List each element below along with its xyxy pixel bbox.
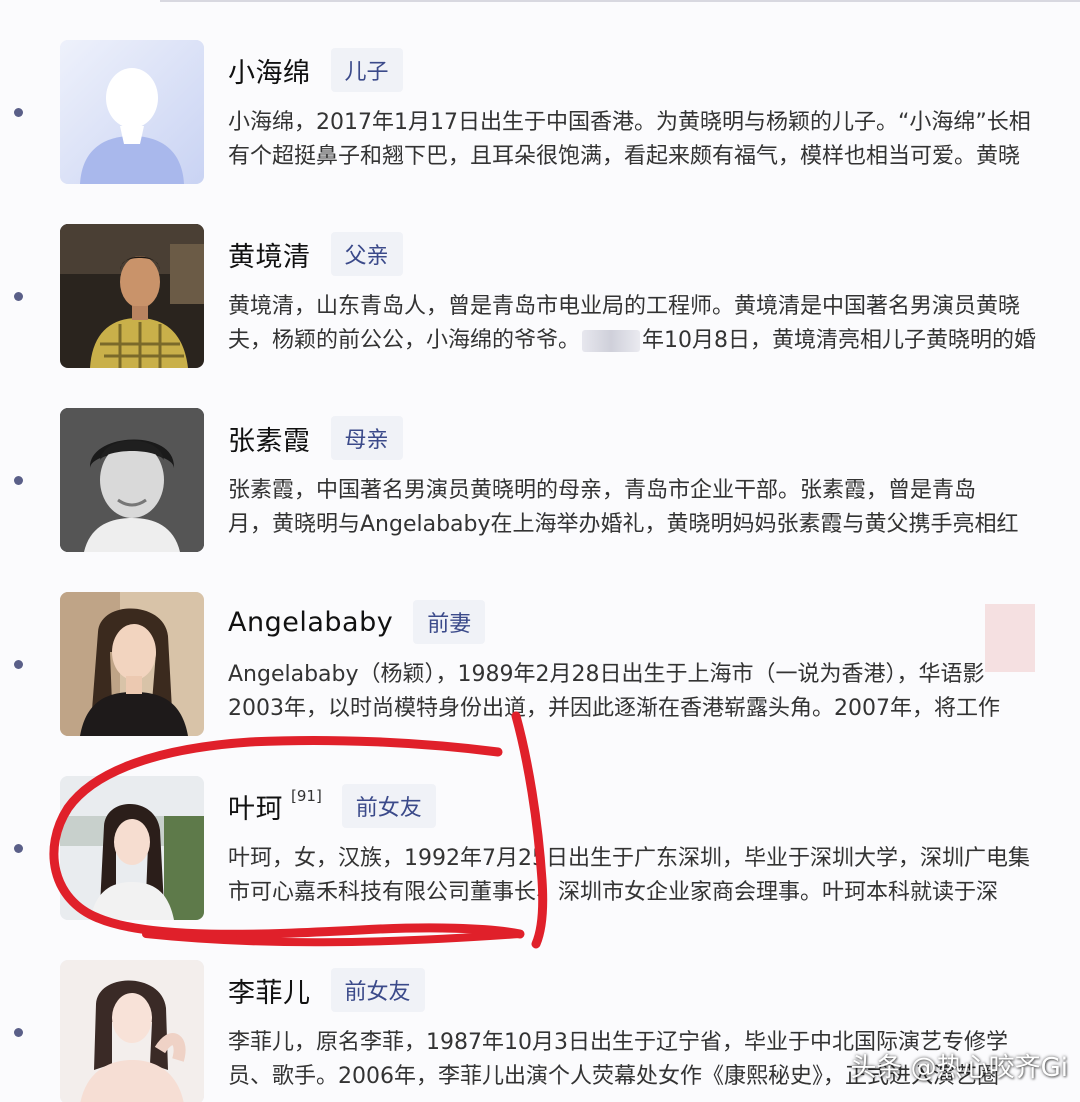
description-line: 叶珂，女，汉族，1992年7月25日出生于广东深圳，毕业于深圳大学，深圳广电集 — [228, 846, 1030, 871]
description-line: 小海绵，2017年1月17日出生于中国香港。为黄晓明与杨颖的儿子。“小海绵”长相 — [228, 110, 1031, 135]
photo-woman-icon — [60, 592, 204, 736]
person-description: 叶珂，女，汉族，1992年7月25日出生于广东深圳，毕业于深圳大学，深圳广电集 … — [228, 842, 1080, 910]
timeline-dot — [14, 476, 23, 485]
person-name[interactable]: Angelababy — [228, 607, 393, 638]
blurred-text — [582, 330, 641, 352]
relation-entry[interactable]: 张素霞 母亲 张素霞，中国著名男演员黄晓明的母亲，青岛市企业干部。张素霞，曾是青… — [60, 408, 1080, 558]
photo-woman-icon — [60, 960, 204, 1102]
avatar-photo[interactable] — [60, 592, 204, 736]
relation-tag: 母亲 — [330, 416, 403, 460]
timeline-dot — [14, 660, 23, 669]
photo-woman-icon — [60, 408, 204, 552]
avatar-photo[interactable] — [60, 776, 204, 920]
photo-man-icon — [60, 224, 204, 368]
timeline-dot — [14, 292, 23, 301]
description-line: 市可心嘉禾科技有限公司董事长、深圳市女企业家商会理事。叶珂本科就读于深 — [228, 880, 999, 905]
relation-entry[interactable]: 黄境清 父亲 黄境清，山东青岛人，曾是青岛市电业局的工程师。黄境清是中国著名男演… — [60, 224, 1080, 374]
search-results-page: 小海绵 儿子 小海绵，2017年1月17日出生于中国香港。为黄晓明与杨颖的儿子。… — [0, 0, 1080, 1102]
person-name[interactable]: 张素霞 — [228, 419, 311, 458]
description-line: 有个超挺鼻子和翘下巴，且耳朵很饱满，看起来颇有福气，模样也相当可爱。黄晓 — [228, 144, 1021, 169]
relation-tag: 父亲 — [330, 232, 403, 276]
decorative-patch — [985, 604, 1035, 672]
description-line: 黄境清，山东青岛人，曾是青岛市电业局的工程师。黄境清是中国著名男演员黄晓 — [228, 294, 1021, 319]
avatar-photo[interactable] — [60, 224, 204, 368]
watermark: 头条 @热心咬齐Gi — [850, 1053, 1068, 1083]
person-name[interactable]: 小海绵 — [228, 51, 311, 90]
description-line: 张素霞，中国著名男演员黄晓明的母亲，青岛市企业干部。张素霞，曾是青岛 — [228, 478, 977, 503]
person-description: 小海绵，2017年1月17日出生于中国香港。为黄晓明与杨颖的儿子。“小海绵”长相… — [228, 106, 1080, 174]
description-line: 夫，杨颖的前公公，小海绵的爷爷。 年10月8日，黄境清亮相儿子黄晓明的婚 — [228, 324, 1080, 358]
description-line: 2003年，以时尚模特身份出道，并因此逐渐在香港崭露头角。2007年，将工作 — [228, 696, 1000, 721]
person-description: 黄境清，山东青岛人，曾是青岛市电业局的工程师。黄境清是中国著名男演员黄晓 夫，杨… — [228, 290, 1080, 358]
reference-superscript[interactable]: [91] — [291, 787, 322, 805]
person-name[interactable]: 李菲儿 — [228, 971, 311, 1010]
relation-tag: 前妻 — [413, 600, 486, 644]
avatar-placeholder[interactable] — [60, 40, 204, 184]
person-description: Angelababy（杨颖），1989年2月28日出生于上海市（一说为香港），华… — [228, 658, 1080, 726]
relation-tag: 儿子 — [330, 48, 403, 92]
avatar-photo[interactable] — [60, 960, 204, 1102]
relation-entry[interactable]: Angelababy 前妻 Angelababy（杨颖），1989年2月28日出… — [60, 592, 1080, 742]
timeline-dot — [14, 844, 23, 853]
person-name[interactable]: 叶珂 — [228, 787, 283, 826]
person-silhouette-icon — [60, 40, 204, 184]
photo-woman-icon — [60, 776, 204, 920]
person-description: 张素霞，中国著名男演员黄晓明的母亲，青岛市企业干部。张素霞，曾是青岛 月，黄晓明… — [228, 474, 1080, 542]
top-divider — [160, 0, 1080, 2]
timeline-dot — [14, 108, 23, 117]
description-line: 月，黄晓明与Angelababy在上海举办婚礼，黄晓明妈妈张素霞与黄父携手亮相红 — [228, 512, 1019, 537]
avatar-photo[interactable] — [60, 408, 204, 552]
timeline-dot — [14, 1028, 23, 1037]
relation-tag: 前女友 — [341, 784, 436, 828]
relation-entry[interactable]: 叶珂 [91] 前女友 叶珂，女，汉族，1992年7月25日出生于广东深圳，毕业… — [60, 776, 1080, 926]
description-line: Angelababy（杨颖），1989年2月28日出生于上海市（一说为香港），华… — [228, 662, 985, 687]
person-name[interactable]: 黄境清 — [228, 235, 311, 274]
relation-entry[interactable]: 小海绵 儿子 小海绵，2017年1月17日出生于中国香港。为黄晓明与杨颖的儿子。… — [60, 40, 1080, 190]
description-fragment: 年10月8日，黄境清亮相儿子黄晓明的婚 — [642, 328, 1037, 353]
description-fragment: 夫，杨颖的前公公，小海绵的爷爷。 — [228, 328, 581, 353]
relation-tag: 前女友 — [330, 968, 425, 1012]
timeline — [14, 0, 23, 1102]
